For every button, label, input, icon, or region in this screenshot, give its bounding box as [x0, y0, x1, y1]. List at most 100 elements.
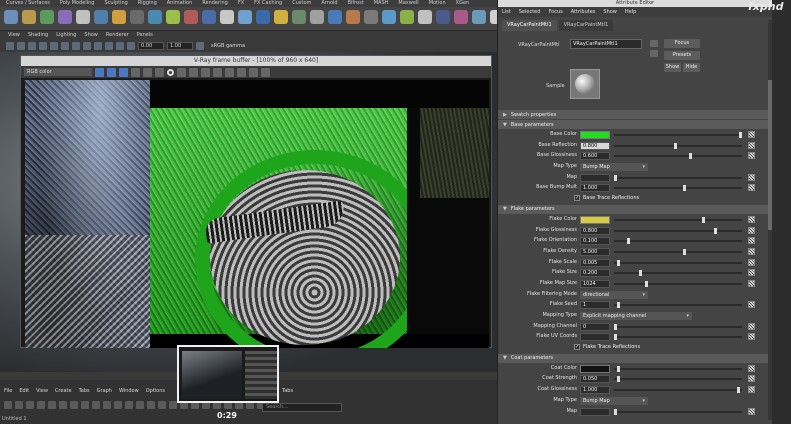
shelf-icon[interactable]: [364, 10, 378, 24]
shelf-tab-curves-surfaces[interactable]: Curves / Surfaces: [6, 0, 50, 7]
value-field[interactable]: 1: [580, 301, 610, 310]
material-swatch[interactable]: [570, 69, 600, 99]
shaded-icon[interactable]: [39, 42, 47, 50]
gate-icon[interactable]: [127, 42, 135, 50]
shelf-icon[interactable]: [4, 10, 18, 24]
shelf-tab-poly-modeling[interactable]: Poly Modeling: [60, 0, 95, 7]
slider-handle[interactable]: [614, 334, 617, 341]
color-corrections-icon[interactable]: [225, 67, 234, 77]
value-field[interactable]: 0.050: [580, 375, 610, 384]
node-menu-tabs[interactable]: Tabs: [282, 387, 293, 396]
shelf-icon[interactable]: [184, 10, 198, 24]
ae-menu-selected[interactable]: Selected: [519, 7, 541, 17]
slider-handle[interactable]: [614, 174, 617, 181]
shelf-icon[interactable]: [436, 10, 450, 24]
node-tool-icon[interactable]: [103, 401, 111, 409]
save-image-icon[interactable]: [131, 67, 140, 77]
clear-image-icon[interactable]: [143, 67, 152, 77]
map-button-icon[interactable]: [748, 322, 755, 330]
value-field[interactable]: [580, 407, 610, 416]
node-editor-tab[interactable]: Untitled 1: [2, 416, 27, 422]
node-tool-icon[interactable]: [26, 401, 34, 409]
section-coat-parameters[interactable]: ▼ Coat parameters: [498, 353, 772, 363]
node-tool-icon[interactable]: [169, 401, 177, 409]
value-field[interactable]: 1.000: [580, 184, 610, 193]
shelf-icon[interactable]: [202, 10, 216, 24]
render-image[interactable]: [25, 80, 489, 348]
ae-menu-help[interactable]: Help: [625, 7, 636, 17]
node-tool-icon[interactable]: [92, 401, 100, 409]
panel-menu-show[interactable]: Show: [84, 31, 98, 40]
texture-icon[interactable]: [50, 42, 58, 50]
history-icon[interactable]: [201, 67, 210, 77]
value-slider[interactable]: [614, 216, 742, 223]
shelf-icon[interactable]: [130, 10, 144, 24]
value-field[interactable]: 1024: [580, 279, 610, 288]
lens-effects-icon[interactable]: [213, 67, 222, 77]
slider-handle[interactable]: [736, 387, 740, 394]
region-render-icon[interactable]: [155, 67, 164, 77]
value-slider[interactable]: [614, 248, 742, 255]
shelf-icon[interactable]: [220, 10, 234, 24]
presets-button[interactable]: Presets: [664, 51, 700, 60]
map-button-icon[interactable]: [748, 386, 755, 394]
node-tool-icon[interactable]: [4, 401, 12, 409]
node-menu-options[interactable]: Options: [146, 387, 165, 396]
value-field[interactable]: 0.005: [580, 258, 610, 267]
tab-vraycarpaintmtl1-sg[interactable]: VRayCarPaintMtl1: [558, 20, 614, 31]
ae-menu-attributes[interactable]: Attributes: [571, 7, 596, 17]
value-slider[interactable]: [614, 185, 742, 192]
node-menu-window[interactable]: Window: [119, 387, 139, 396]
slider-handle[interactable]: [682, 185, 686, 192]
show-button[interactable]: Show: [664, 63, 681, 72]
shelf-icon[interactable]: [22, 10, 36, 24]
value-field[interactable]: 0.800: [580, 226, 610, 235]
value-slider[interactable]: [614, 387, 742, 394]
value-slider[interactable]: [614, 153, 742, 160]
shelf-icon[interactable]: [148, 10, 162, 24]
value-slider[interactable]: [614, 408, 742, 415]
dropdown[interactable]: Bump Map ▾: [580, 163, 648, 172]
shelf-icon[interactable]: [328, 10, 342, 24]
channel-select[interactable]: RGB color: [24, 68, 92, 76]
dropdown[interactable]: Explicit mapping channel ▾: [580, 312, 692, 320]
map-button-icon[interactable]: [748, 184, 755, 192]
node-tool-icon[interactable]: [15, 401, 23, 409]
shelf-tab-xgen[interactable]: XGen: [456, 0, 470, 7]
dropdown[interactable]: Bump Map ▾: [580, 396, 648, 405]
node-menu-create[interactable]: Create: [55, 387, 72, 396]
map-button-icon[interactable]: [748, 215, 755, 223]
node-tool-icon[interactable]: [48, 401, 56, 409]
node-menu-tabs[interactable]: Tabs: [79, 387, 90, 396]
shelf-tab-fx[interactable]: FX: [238, 0, 244, 7]
red-channel-icon[interactable]: [95, 67, 104, 77]
node-tool-icon[interactable]: [70, 401, 78, 409]
value-slider[interactable]: [614, 142, 742, 149]
slider-handle[interactable]: [614, 323, 617, 330]
shelf-tab-arnold[interactable]: Arnold: [321, 0, 337, 7]
shelf-icon[interactable]: [112, 10, 126, 24]
slider-handle[interactable]: [689, 153, 692, 160]
slider-handle[interactable]: [616, 376, 620, 383]
color-management-icon[interactable]: [196, 42, 204, 50]
checkbox[interactable]: ✓: [574, 344, 580, 351]
node-tool-icon[interactable]: [59, 401, 67, 409]
slider-handle[interactable]: [616, 302, 620, 309]
ae-menu-list[interactable]: List: [502, 7, 511, 17]
node-menu-view[interactable]: View: [36, 387, 48, 396]
checkbox-row[interactable]: ✓ Base Trace Reflections: [574, 195, 639, 202]
shelf-icon[interactable]: [454, 10, 468, 24]
shelf-icon[interactable]: [238, 10, 252, 24]
wireframe-icon[interactable]: [28, 42, 36, 50]
output-arrow-icon[interactable]: [650, 50, 658, 57]
shelf-icon[interactable]: [418, 10, 432, 24]
map-button-icon[interactable]: [748, 131, 755, 138]
slider-handle[interactable]: [701, 216, 705, 223]
shelf-tab-custom[interactable]: Custom: [292, 0, 311, 7]
map-button-icon[interactable]: [748, 247, 755, 255]
map-button-icon[interactable]: [748, 226, 755, 234]
value-field[interactable]: 1.000: [580, 386, 610, 395]
node-menu-file[interactable]: File: [4, 387, 12, 396]
link-icon[interactable]: [249, 67, 258, 77]
map-button-icon[interactable]: [748, 279, 755, 287]
